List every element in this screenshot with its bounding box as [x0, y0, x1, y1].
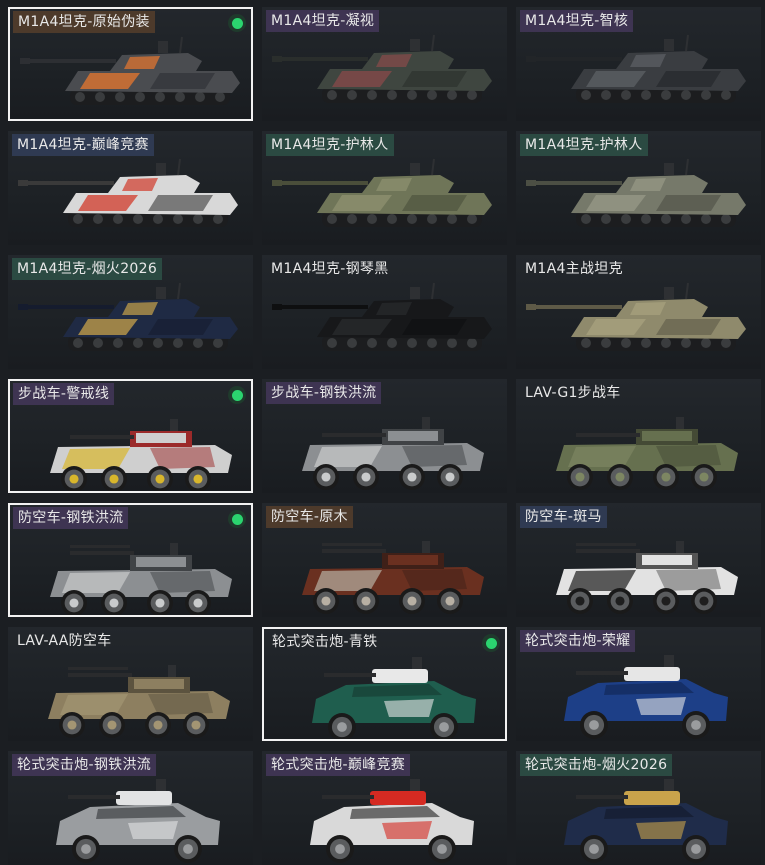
skin-card[interactable]: 防空车-原木: [262, 503, 507, 617]
skin-name-label: 轮式突击炮-青铁: [272, 634, 378, 650]
skin-card[interactable]: M1A4坦克-烟火2026: [8, 255, 253, 369]
skin-card[interactable]: M1A4坦克-凝视: [262, 7, 507, 121]
skin-name-label: M1A4坦克-智核: [520, 10, 634, 32]
equipped-indicator-icon: [228, 14, 246, 32]
skin-name-label: M1A4坦克-烟火2026: [12, 258, 163, 280]
skin-card[interactable]: M1A4坦克-智核: [516, 7, 761, 121]
skin-name-label: M1A4坦克-巅峰竞赛: [12, 134, 154, 156]
skin-card[interactable]: 轮式突击炮-青铁: [262, 627, 507, 741]
skin-card[interactable]: M1A4坦克-巅峰竞赛: [8, 131, 253, 245]
skin-card[interactable]: 轮式突击炮-烟火2026: [516, 751, 761, 865]
skin-name-label: M1A4坦克-护林人: [520, 134, 648, 156]
skin-card[interactable]: M1A4坦克-原始伪装: [8, 7, 253, 121]
skin-card[interactable]: 轮式突击炮-钢铁洪流: [8, 751, 253, 865]
skin-name-label: 轮式突击炮-荣耀: [520, 630, 636, 652]
skin-name-label: 防空车-原木: [266, 506, 353, 528]
skin-name-label: M1A4坦克-原始伪装: [13, 11, 155, 33]
skin-card[interactable]: M1A4坦克-钢琴黑: [262, 255, 507, 369]
skin-name-label: M1A4坦克-护林人: [266, 134, 394, 156]
skin-name-label: 轮式突击炮-钢铁洪流: [12, 754, 157, 776]
skin-card[interactable]: 步战车-警戒线: [8, 379, 253, 493]
skin-name-label: 轮式突击炮-烟火2026: [520, 754, 673, 776]
skin-card[interactable]: M1A4坦克-护林人: [262, 131, 507, 245]
equipped-indicator-icon: [228, 386, 246, 404]
skin-name-label: 步战车-钢铁洪流: [266, 382, 382, 404]
skin-card[interactable]: M1A4坦克-护林人: [516, 131, 761, 245]
skin-card[interactable]: 防空车-斑马: [516, 503, 761, 617]
skin-name-label: LAV-AA防空车: [17, 633, 112, 649]
skin-card[interactable]: 轮式突击炮-巅峰竞赛: [262, 751, 507, 865]
skin-name-label: 防空车-斑马: [520, 506, 607, 528]
skin-name-label: 防空车-钢铁洪流: [13, 507, 129, 529]
skin-name-label: M1A4主战坦克: [525, 261, 623, 277]
skin-card[interactable]: 步战车-钢铁洪流: [262, 379, 507, 493]
skin-card[interactable]: LAV-G1步战车: [516, 379, 761, 493]
skin-card[interactable]: M1A4主战坦克: [516, 255, 761, 369]
skin-name-label: LAV-G1步战车: [525, 385, 621, 401]
skin-name-label: 轮式突击炮-巅峰竞赛: [266, 754, 411, 776]
skin-grid: M1A4坦克-原始伪装 M1A4坦克-凝视 M1A4坦克-智核 M1A4坦克-巅峰竞赛…: [0, 0, 765, 865]
skin-card[interactable]: LAV-AA防空车: [8, 627, 253, 741]
skin-name-label: M1A4坦克-钢琴黑: [271, 261, 389, 277]
skin-card[interactable]: 轮式突击炮-荣耀: [516, 627, 761, 741]
skin-card[interactable]: 防空车-钢铁洪流: [8, 503, 253, 617]
equipped-indicator-icon: [228, 510, 246, 528]
equipped-indicator-icon: [482, 634, 500, 652]
skin-name-label: 步战车-警戒线: [13, 383, 115, 405]
skin-name-label: M1A4坦克-凝视: [266, 10, 380, 32]
